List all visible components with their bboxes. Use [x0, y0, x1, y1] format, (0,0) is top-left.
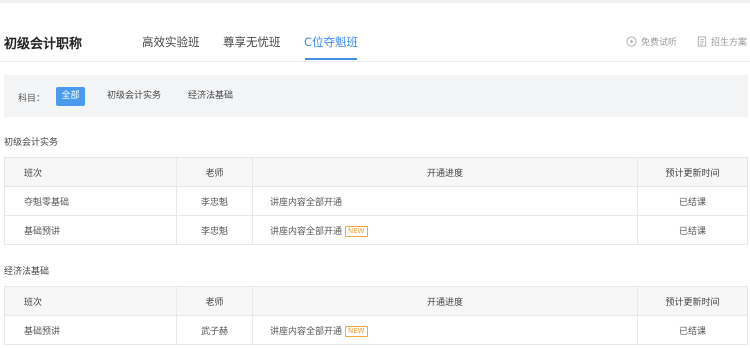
table-header-row: 班次 老师 开通进度 预计更新时间 — [4, 157, 748, 187]
new-badge: NEW — [345, 225, 368, 237]
header-class: 班次 — [4, 157, 177, 187]
table-row: 基础预讲 武子赫 讲座内容全部开通 NEW 已结课 — [4, 315, 748, 345]
update-status: 已结课 — [637, 186, 748, 216]
header: 初级会计职称 高效实验班 尊享无忧班 C位夺魁班 免费试听 招生方案 — [0, 22, 750, 62]
subject-label: 科目： — [18, 94, 46, 104]
free-trial-label: 免费试听 — [641, 38, 678, 48]
subject-filter-bar: 科目： 全部 初级会计实务 经济法基础 — [4, 75, 748, 117]
tab-c-position-class[interactable]: C位夺魁班 — [304, 34, 358, 50]
class-name: 基础预讲 — [4, 215, 177, 245]
active-tab-indicator — [305, 58, 357, 60]
section-title: 经济法基础 — [4, 267, 50, 277]
class-name: 基础预讲 — [4, 315, 177, 345]
header-update-time: 预计更新时间 — [637, 286, 748, 316]
progress-cell: 讲座内容全部开通 NEW — [252, 215, 638, 245]
table-row: 基础预讲 李忠魁 讲座内容全部开通 NEW 已结课 — [4, 215, 748, 245]
table-header-row: 班次 老师 开通进度 预计更新时间 — [4, 286, 748, 316]
enrollment-plan-link[interactable]: 招生方案 — [697, 35, 747, 48]
header-progress: 开通进度 — [252, 157, 638, 187]
filter-chip-economic-law[interactable]: 经济法基础 — [182, 87, 239, 106]
free-trial-link[interactable]: 免费试听 — [626, 35, 677, 48]
class-name: 夺魁零基础 — [4, 186, 177, 216]
section-title: 初级会计实务 — [4, 138, 59, 148]
table-row: 夺魁零基础 李忠魁 讲座内容全部开通 已结课 — [4, 186, 748, 216]
progress-text: 讲座内容全部开通 — [270, 226, 343, 237]
header-class: 班次 — [4, 286, 177, 316]
filter-chip-all[interactable]: 全部 — [56, 87, 85, 106]
course-title: 初级会计职称 — [4, 37, 83, 52]
document-icon — [697, 36, 707, 47]
update-status: 已结课 — [637, 315, 748, 345]
schedule-table: 班次 老师 开通进度 预计更新时间 夺魁零基础 李忠魁 讲座内容全部开通 已结课… — [4, 157, 748, 245]
progress-cell: 讲座内容全部开通 — [252, 186, 638, 216]
progress-text: 讲座内容全部开通 — [270, 326, 343, 337]
enrollment-plan-label: 招生方案 — [711, 38, 748, 48]
update-status: 已结课 — [637, 215, 748, 245]
progress-cell: 讲座内容全部开通 NEW — [252, 315, 638, 345]
new-badge: NEW — [345, 325, 368, 337]
play-circle-icon — [626, 36, 637, 47]
header-teacher: 老师 — [176, 286, 253, 316]
progress-text: 讲座内容全部开通 — [270, 197, 343, 208]
tab-efficient-class[interactable]: 高效实验班 — [142, 34, 200, 50]
tab-premium-class[interactable]: 尊享无忧班 — [223, 34, 281, 50]
schedule-table: 班次 老师 开通进度 预计更新时间 基础预讲 武子赫 讲座内容全部开通 NEW 已… — [4, 286, 748, 345]
teacher-name: 李忠魁 — [176, 186, 253, 216]
top-strip — [0, 0, 750, 3]
filter-chip-accounting[interactable]: 初级会计实务 — [101, 87, 167, 106]
header-teacher: 老师 — [176, 157, 253, 187]
header-update-time: 预计更新时间 — [637, 157, 748, 187]
teacher-name: 武子赫 — [176, 315, 253, 345]
header-progress: 开通进度 — [252, 286, 638, 316]
teacher-name: 李忠魁 — [176, 215, 253, 245]
